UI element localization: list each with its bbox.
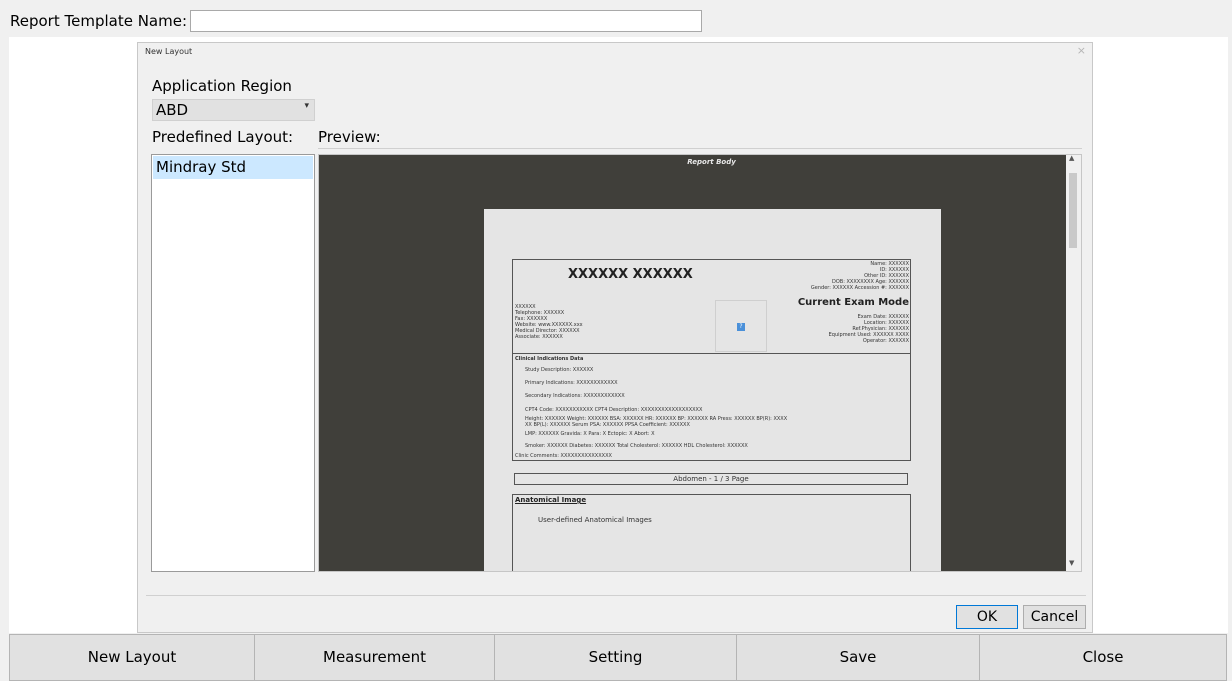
application-region-select[interactable]: ABD ▾ — [152, 99, 315, 121]
report-header-box: XXXXXX XXXXXX Name: XXXXXX ID: XXXXXX Ot… — [512, 259, 911, 354]
chevron-down-icon: ▾ — [304, 101, 309, 111]
measurement-button[interactable]: Measurement — [254, 634, 495, 681]
report-template-name-input[interactable] — [190, 10, 702, 32]
predefined-layout-list[interactable]: Mindray Std — [151, 154, 315, 572]
image-placeholder-icon: ? — [737, 323, 745, 331]
preview-panel: Report Body XXXXXX XXXXXX Name: XXXXXX I… — [318, 154, 1082, 572]
predefined-layout-label: Predefined Layout: — [152, 128, 294, 146]
clinical-line: Smoker: XXXXXX Diabetes: XXXXXX Total Ch… — [525, 443, 748, 449]
chevron-up-icon[interactable]: ▲ — [1069, 155, 1074, 162]
preview-label: Preview: — [318, 128, 381, 146]
report-template-name-label: Report Template Name: — [10, 12, 188, 30]
clinical-indications-box: Clinical Indications Data Study Descript… — [512, 353, 911, 461]
current-exam-mode: Current Exam Mode — [797, 297, 909, 308]
clinical-line: Primary Indications: XXXXXXXXXXXX — [525, 380, 618, 386]
anatomical-image-title: Anatomical Image — [515, 496, 587, 504]
report-body-label: Report Body — [687, 158, 736, 166]
report-page: XXXXXX XXXXXX Name: XXXXXX ID: XXXXXX Ot… — [484, 209, 941, 571]
layout-item-label: Mindray Std — [156, 158, 247, 176]
application-region-value: ABD — [156, 101, 189, 119]
preview-scrollbar[interactable]: ▲ ▼ — [1066, 155, 1081, 571]
save-button[interactable]: Save — [736, 634, 980, 681]
clinical-line: LMP: XXXXXX Gravida: X Para: X Ectopic: … — [525, 431, 655, 437]
close-button[interactable]: Close — [979, 634, 1227, 681]
setting-button[interactable]: Setting — [494, 634, 737, 681]
patient-fields: Name: XXXXXX ID: XXXXXX Other ID: XXXXXX… — [811, 261, 909, 291]
scrollbar-thumb[interactable] — [1069, 173, 1077, 248]
clinical-line: XX BP(L): XXXXXX Serum PSA: XXXXXX PPSA … — [525, 422, 690, 428]
chevron-down-icon[interactable]: ▼ — [1069, 559, 1074, 567]
exam-fields: Exam Date: XXXXXX Location: XXXXXX Ref.P… — [829, 314, 909, 344]
contact-field: Associate: XXXXXX — [515, 334, 563, 340]
exam-field: Operator: XXXXXX — [862, 338, 909, 344]
contact-fields: XXXXXX Telephone: XXXXXX Fax: XXXXXX Web… — [515, 304, 583, 340]
clinical-line: Clinic Comments: XXXXXXXXXXXXXXX — [515, 453, 612, 459]
anatomical-image-text: User-defined Anatomical Images — [538, 516, 652, 524]
clinical-line: Secondary Indications: XXXXXXXXXXXX — [525, 393, 625, 399]
hospital-name: XXXXXX XXXXXX — [568, 267, 693, 282]
divider — [146, 595, 1086, 596]
clinical-line: Study Description: XXXXXX — [525, 367, 594, 373]
hospital-logo: ? — [715, 300, 767, 352]
dialog-title: New Layout — [145, 47, 193, 56]
page-number: Abdomen - 1 / 3 Page — [514, 473, 908, 485]
application-region-label: Application Region — [152, 77, 292, 95]
layout-list-item[interactable]: Mindray Std — [153, 156, 313, 179]
patient-field: Gender: XXXXXX Accession #: XXXXXX — [810, 285, 909, 291]
close-icon[interactable]: × — [1077, 44, 1086, 57]
cancel-button[interactable]: Cancel — [1023, 605, 1086, 629]
anatomical-image-box: Anatomical Image User-defined Anatomical… — [512, 494, 911, 571]
clinical-line: CPT4 Code: XXXXXXXXXXX CPT4 Description:… — [525, 407, 703, 413]
new-layout-dialog: New Layout × Application Region ABD ▾ Pr… — [137, 42, 1093, 633]
preview-canvas: Report Body XXXXXX XXXXXX Name: XXXXXX I… — [319, 155, 1067, 571]
new-layout-button[interactable]: New Layout — [9, 634, 255, 681]
divider — [318, 148, 1082, 149]
ok-button[interactable]: OK — [956, 605, 1018, 629]
clinical-title: Clinical Indications Data — [515, 356, 584, 362]
